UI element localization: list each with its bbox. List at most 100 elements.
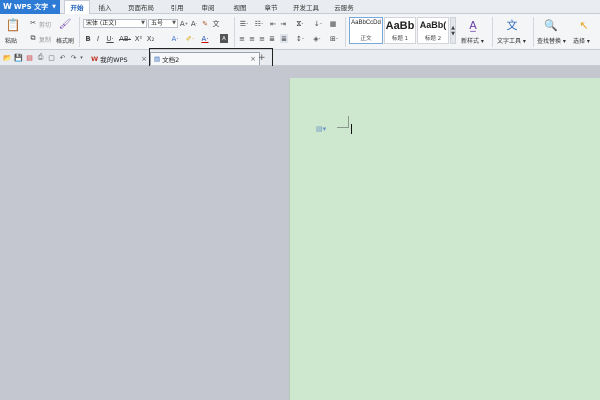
find-replace-label: 查找替换 <box>537 38 562 45</box>
new-style-button[interactable]: 新样式 ▾ <box>461 36 484 45</box>
document-tab-bar: 📂 💾 ▤ ⎙ ▢ ↶ ↷ ▾ W 我的WPS × ▤ 文档2 × + <box>0 50 600 66</box>
copy-icon[interactable]: ⧉ <box>29 34 37 42</box>
select-label: 选择 <box>573 38 586 45</box>
open-folder-icon[interactable]: 📂 <box>3 53 12 62</box>
strikethrough-icon[interactable]: AB· <box>118 34 132 43</box>
style-sample: AaBb( <box>419 20 447 30</box>
chinese-layout-icon[interactable]: ⴵ· <box>294 19 306 28</box>
sort-icon[interactable]: ↓· <box>313 19 323 28</box>
save-icon[interactable]: 💾 <box>14 53 23 62</box>
style-heading-2[interactable]: AaBb( 标题 2 <box>417 17 449 44</box>
tab-section[interactable]: 章节 <box>256 0 286 14</box>
tab-insert[interactable]: 插入 <box>90 0 120 14</box>
print-preview-icon[interactable]: ▢ <box>47 53 56 62</box>
new-style-icon[interactable]: A̲ <box>466 18 480 32</box>
shading-icon[interactable]: ◈· <box>311 34 323 43</box>
grow-font-icon[interactable]: A + <box>180 19 188 28</box>
new-style-label: 新样式 <box>461 38 480 45</box>
text-cursor <box>351 124 352 134</box>
line-spacing-icon[interactable]: ↕· <box>294 34 306 43</box>
style-heading-1[interactable]: AaBb 标题 1 <box>384 17 416 44</box>
bold-icon[interactable]: B <box>84 34 92 43</box>
clear-format-icon[interactable]: ✎ <box>201 19 209 28</box>
font-family-value: 宋体 (正文) <box>86 20 117 27</box>
style-normal[interactable]: AaBbCcDd 正文 <box>349 17 383 44</box>
document-page[interactable] <box>289 78 600 400</box>
copy-button[interactable]: 复制 <box>39 35 51 44</box>
distributed-icon[interactable]: ≣ <box>280 34 288 43</box>
chevron-down-icon: ▼ <box>141 20 145 26</box>
bullet-list-icon[interactable]: ☰· <box>238 19 250 28</box>
highlight-icon[interactable]: ✐· <box>184 34 196 43</box>
style-label: 标题 2 <box>424 36 442 42</box>
font-color-icon[interactable]: A· <box>200 34 210 43</box>
select-button[interactable]: 选择 ▾ <box>573 36 590 45</box>
pinyin-icon[interactable]: 文 <box>211 19 221 28</box>
borders-icon[interactable]: ⊞· <box>328 34 340 43</box>
increase-indent-icon[interactable]: ⇥ <box>279 19 287 28</box>
divider <box>79 17 80 47</box>
app-menu-button[interactable]: W WPS 文字 ▼ <box>0 0 60 14</box>
export-pdf-icon[interactable]: ▤ <box>25 53 34 62</box>
tab-review[interactable]: 审阅 <box>192 0 224 14</box>
paste-icon[interactable]: 📋 <box>6 18 21 32</box>
subscript-icon[interactable]: X₂ <box>146 34 155 43</box>
text-tools-icon[interactable]: 文 <box>505 18 519 32</box>
page-corner-mark <box>348 116 349 128</box>
tab-cloud[interactable]: 云服务 <box>326 0 362 14</box>
divider <box>234 17 235 47</box>
font-size-select[interactable]: 五号 ▼ <box>148 19 178 28</box>
paragraph-layout-icon[interactable]: ▤▾ <box>316 125 326 133</box>
align-left-icon[interactable]: ≡ <box>238 34 246 43</box>
cut-button[interactable]: 剪切 <box>39 20 51 29</box>
numbered-list-icon[interactable]: ☷· <box>253 19 265 28</box>
text-effect-icon[interactable]: A· <box>170 34 180 43</box>
divider <box>345 17 346 47</box>
font-family-select[interactable]: 宋体 (正文) ▼ <box>83 19 147 28</box>
italic-icon[interactable]: I <box>94 34 102 43</box>
find-replace-icon[interactable]: 🔍 <box>544 18 558 32</box>
cursor-select-icon[interactable]: ↖ <box>578 18 590 32</box>
format-painter-icon[interactable]: 🖌 <box>59 18 72 30</box>
style-label: 标题 1 <box>391 36 409 42</box>
char-border-icon[interactable]: A <box>220 34 228 43</box>
decrease-indent-icon[interactable]: ⇤ <box>269 19 277 28</box>
app-name: WPS 文字 <box>13 2 49 11</box>
close-icon[interactable]: × <box>141 55 147 63</box>
tab-references[interactable]: 引用 <box>162 0 192 14</box>
style-sample: AaBb <box>385 20 415 32</box>
chevron-down-icon: ▼ <box>52 3 57 10</box>
text-tools-label: 文字工具 <box>497 38 522 45</box>
style-label: 正文 <box>360 36 372 42</box>
divider <box>492 17 493 47</box>
styles-scroll[interactable]: ▲ ▼ <box>450 17 456 44</box>
ribbon: 📋 粘贴 ✂ 剪切 ⧉ 复制 🖌 格式刷 宋体 (正文) ▼ 五号 ▼ A + A… <box>0 14 600 50</box>
show-marks-icon[interactable]: ▦ <box>329 19 337 28</box>
text-tools-button[interactable]: 文字工具 ▾ <box>497 36 526 45</box>
paste-button[interactable]: 粘贴 <box>5 36 17 45</box>
wps-logo-icon: W <box>91 54 99 63</box>
chevron-down-icon[interactable]: ▾ <box>77 53 86 62</box>
find-replace-button[interactable]: 查找替换 ▾ <box>537 36 566 45</box>
tab-label: 我的WPS <box>100 55 128 64</box>
superscript-icon[interactable]: X² <box>134 34 143 43</box>
underline-icon[interactable]: U· <box>104 34 116 43</box>
tab-view[interactable]: 视图 <box>224 0 256 14</box>
format-painter-button[interactable]: 格式刷 <box>56 36 74 45</box>
tab-page-layout[interactable]: 页面布局 <box>120 0 162 14</box>
print-icon[interactable]: ⎙ <box>36 53 45 62</box>
tab-home[interactable]: 开始 <box>64 0 90 14</box>
menu-bar: W WPS 文字 ▼ 开始 插入 页面布局 引用 审阅 视图 章节 开发工具 云… <box>0 0 600 14</box>
align-center-icon[interactable]: ≡ <box>248 34 256 43</box>
font-size-value: 五号 <box>151 20 164 27</box>
divider <box>533 17 534 47</box>
chevron-down-icon: ▼ <box>172 20 176 26</box>
align-right-icon[interactable]: ≡ <box>258 34 266 43</box>
undo-icon[interactable]: ↶ <box>58 53 67 62</box>
scissors-icon[interactable]: ✂ <box>29 19 37 27</box>
wps-logo-icon: W <box>3 2 12 11</box>
justify-icon[interactable]: ≣ <box>268 34 276 43</box>
tab-developer[interactable]: 开发工具 <box>286 0 326 14</box>
shrink-font-icon[interactable]: A- <box>190 19 198 28</box>
tab-my-wps[interactable]: W 我的WPS × <box>88 52 150 65</box>
